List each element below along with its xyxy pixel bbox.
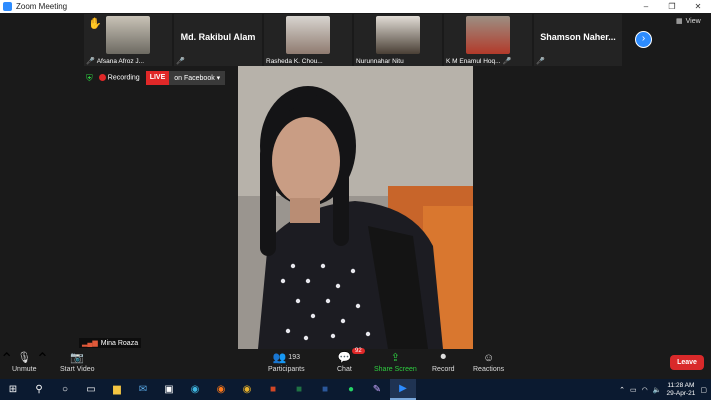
battery-icon[interactable]: ▭ (630, 386, 637, 394)
live-stream-dropdown[interactable]: on Facebook ▾ (169, 71, 226, 85)
edge-icon[interactable]: ◉ (182, 379, 208, 400)
participant-tile[interactable]: ✋ 🎤 Afsana Afroz J... (84, 14, 172, 66)
security-shield-icon[interactable]: ⛨ (86, 73, 93, 84)
participant-name: K M Enamul Hoq... (446, 57, 501, 65)
window-title: Zoom Meeting (16, 2, 68, 11)
reaction-smiley-icon: ☺ (482, 351, 495, 364)
word-icon[interactable]: ■ (312, 379, 338, 400)
speaker-video-frame (238, 66, 473, 349)
participants-icon: 👥 (272, 352, 287, 364)
paint-icon[interactable]: ✎ (364, 379, 390, 400)
zoom-taskbar-icon[interactable]: ▶ (390, 379, 416, 400)
start-video-button[interactable]: 📷 Start Video (60, 349, 95, 373)
muted-mic-icon: 🎤 (502, 58, 512, 65)
wifi-icon[interactable]: ◠ (642, 386, 648, 394)
participant-tile[interactable]: Md. Rakibul Alam 🎤 (174, 14, 262, 66)
record-button[interactable]: ⏺ Record (432, 349, 455, 373)
whatsapp-icon[interactable]: ● (338, 379, 364, 400)
windows-start-icon[interactable]: ⊞ (0, 379, 26, 400)
minimize-button[interactable]: – (633, 2, 659, 11)
taskbar-clock[interactable]: 11:28 AM 29-Apr-21 (666, 382, 695, 398)
notifications-icon[interactable]: ▢ (700, 386, 707, 394)
record-icon: ⏺ (440, 351, 447, 363)
active-speaker-video (238, 66, 473, 349)
meeting-status: ⛨ Recording LIVE on Facebook ▾ (86, 71, 226, 85)
participant-video (466, 16, 510, 54)
windows-taskbar: ⊞ ⚲ ○ ▭ ▆ ✉ ▣ ◉ ◉ ◉ ■ ■ ■ ● ✎ ▶ ⌃ ▭ ◠ 🔈 … (0, 379, 711, 400)
participant-name: Md. Rakibul Alam (180, 32, 256, 42)
muted-mic-icon: 🎤 (86, 58, 95, 65)
grid-icon: ▦ (676, 18, 683, 25)
maximize-button[interactable]: ❐ (659, 2, 685, 11)
chat-bubble-icon: 💬 (337, 352, 352, 364)
cortana-icon[interactable]: ○ (52, 379, 78, 400)
excel-icon[interactable]: ■ (286, 379, 312, 400)
participant-name: Nurunnahar Nitu (356, 58, 404, 65)
leave-button[interactable]: Leave (670, 355, 704, 370)
reactions-button[interactable]: ☺ Reactions (473, 349, 504, 374)
participant-tile[interactable]: K M Enamul Hoq... 🎤 (444, 14, 532, 66)
meeting-stage: ✋ 🎤 Afsana Afroz J... Md. Rakibul Alam 🎤 … (0, 13, 711, 349)
unmute-button[interactable]: 🎙 Unmute (12, 349, 37, 373)
view-button[interactable]: ▦ View (676, 17, 701, 26)
terminal-icon[interactable]: ▣ (156, 379, 182, 400)
chat-unread-badge: 92 (352, 348, 365, 354)
search-icon[interactable]: ⚲ (26, 379, 52, 400)
close-button[interactable]: ✕ (685, 2, 711, 11)
record-dot-icon (98, 74, 106, 82)
next-page-button[interactable]: › (635, 31, 652, 48)
participant-tile[interactable]: Rasheda K. Chou... (264, 14, 352, 66)
chrome-icon[interactable]: ◉ (234, 379, 260, 400)
signal-strength-icon: ▂▄▆ (82, 340, 98, 347)
volume-icon[interactable]: 🔈 (653, 386, 662, 394)
task-view-icon[interactable]: ▭ (78, 379, 104, 400)
participants-button[interactable]: 👥 193 Participants (268, 349, 305, 373)
participant-tile[interactable]: Nurunnahar Nitu (354, 14, 442, 66)
raised-hand-icon: ✋ (88, 18, 102, 30)
participant-tile[interactable]: Shamson Naher... 🎤 (534, 14, 622, 66)
zoom-app-icon (3, 2, 12, 11)
live-badge[interactable]: LIVE (145, 71, 170, 85)
participant-strip: ✋ 🎤 Afsana Afroz J... Md. Rakibul Alam 🎤 … (84, 14, 622, 66)
file-explorer-icon[interactable]: ▆ (104, 379, 130, 400)
powerpoint-icon[interactable]: ■ (260, 379, 286, 400)
participant-name: Afsana Afroz J... (96, 57, 145, 65)
muted-mic-icon: 🎤 (176, 58, 185, 65)
muted-microphone-icon: 🎙 (17, 352, 32, 364)
video-off-icon: 📷 (70, 352, 85, 364)
participant-video (376, 16, 420, 54)
active-speaker-label: ▂▄▆ Mina Roaza (79, 338, 142, 348)
muted-mic-icon: 🎤 (536, 58, 545, 65)
participant-video (106, 16, 150, 54)
mail-icon[interactable]: ✉ (130, 379, 156, 400)
chat-button[interactable]: 💬 92 Chat (337, 348, 365, 373)
participant-name: Rasheda K. Chou... (266, 58, 323, 65)
window-titlebar: Zoom Meeting – ❐ ✕ (0, 0, 711, 13)
participants-options-caret[interactable]: ⌃ (36, 351, 49, 368)
meeting-toolbar: 🎙 Unmute ⌃ 📷 Start Video ⌃ 👥 193 Particip… (0, 348, 711, 379)
share-screen-icon: ⇪ (390, 352, 401, 364)
recording-indicator[interactable]: Recording (98, 74, 140, 82)
participant-name: Shamson Naher... (540, 32, 616, 42)
tray-chevron-icon[interactable]: ⌃ (619, 386, 625, 394)
participant-video (286, 16, 330, 54)
system-tray: ⌃ ▭ ◠ 🔈 11:28 AM 29-Apr-21 ▢ (619, 382, 711, 398)
firefox-icon[interactable]: ◉ (208, 379, 234, 400)
share-screen-button[interactable]: ⇪ Share Screen (374, 349, 417, 373)
